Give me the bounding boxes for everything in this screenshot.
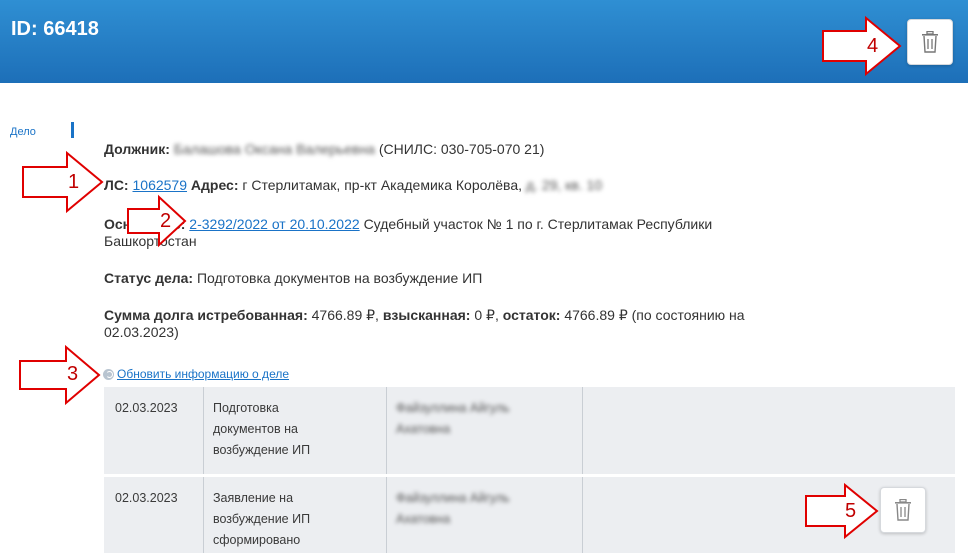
tab-case[interactable]: Дело <box>10 126 36 138</box>
as-of-text: (по состоянию на <box>631 307 745 323</box>
collected-label: взысканная: <box>382 307 471 323</box>
person-cell: Файзуллина Айгуль Ахатовна <box>386 477 583 553</box>
account-line: ЛС: 1062579 Адрес: г Стерлитамак, пр-кт … <box>104 177 602 193</box>
debtor-line: Должник: Балашова Оксана Валерьевна (СНИ… <box>104 141 544 157</box>
address-value: г Стерлитамак, пр-кт Академика Королёва, <box>242 177 523 193</box>
refresh-info-link[interactable]: Обновить информацию о деле <box>103 367 289 381</box>
status-label: Статус дела: <box>104 270 194 286</box>
annotation-arrow-2: 2 <box>127 194 187 252</box>
status-value: Подготовка документов на возбуждение ИП <box>196 270 483 286</box>
person-text: Ахатовна <box>396 422 451 436</box>
annotation-arrow-5: 5 <box>805 482 879 544</box>
annotation-number: 2 <box>160 210 172 232</box>
person-text: Файзуллина Айгуль <box>396 491 510 505</box>
collected-value: 0 ₽ <box>474 307 495 323</box>
event-cell: Заявление на возбуждение ИП сформировано <box>203 477 387 553</box>
sum-label: Сумма долга истребованная: <box>104 307 308 323</box>
date-cell: 02.03.2023 <box>104 387 204 474</box>
address-label: Адрес: <box>190 177 239 193</box>
debtor-label: Должник: <box>104 141 170 157</box>
basis-line: Основание: 2-3292/2022 от 20.10.2022 Суд… <box>104 216 712 232</box>
event-cell: Подготовка документов на возбуждение ИП <box>203 387 387 474</box>
event-text: Заявление на <box>213 491 294 505</box>
annotation-number: 1 <box>68 171 80 193</box>
table-row: 02.03.2023 Подготовка документов на возб… <box>104 387 955 474</box>
date-text: 02.03.2023 <box>115 491 178 505</box>
as-of-line-2: 02.03.2023) <box>104 324 179 340</box>
debt-line: Сумма долга истребованная: 4766.89 ₽, вз… <box>104 307 745 323</box>
refresh-icon <box>103 368 114 380</box>
refresh-label: Обновить информацию о деле <box>117 367 290 381</box>
delete-case-button[interactable] <box>907 19 953 65</box>
person-cell: Файзуллина Айгуль Ахатовна <box>386 387 583 474</box>
remain-value: 4766.89 ₽ <box>564 307 628 323</box>
annotation-arrow-1: 1 <box>22 150 104 218</box>
remain-label: остаток: <box>502 307 561 323</box>
event-text: возбуждение ИП <box>213 512 311 526</box>
annotation-arrow-3: 3 <box>19 344 101 410</box>
page-title: ID: 66418 <box>11 18 99 40</box>
date-text: 02.03.2023 <box>115 401 178 415</box>
date-cell: 02.03.2023 <box>104 477 204 553</box>
person-text: Ахатовна <box>396 512 451 526</box>
trash-icon <box>922 31 938 53</box>
annotation-arrow-4: 4 <box>822 15 902 81</box>
account-label: ЛС: <box>104 177 129 193</box>
trash-icon <box>895 499 911 521</box>
event-text: Подготовка <box>213 401 279 415</box>
address-hidden: д. 29, кв. 10 <box>525 177 603 193</box>
account-link[interactable]: 1062579 <box>133 177 188 193</box>
delete-row-button[interactable] <box>880 487 926 533</box>
person-text: Файзуллина Айгуль <box>396 401 510 415</box>
basis-link[interactable]: 2-3292/2022 от 20.10.2022 <box>189 216 359 232</box>
debtor-snils: (СНИЛС: 030-705-070 21) <box>378 141 545 157</box>
event-text: сформировано <box>213 533 301 547</box>
tab-active-indicator <box>71 122 74 138</box>
annotation-number: 3 <box>67 363 79 385</box>
annotation-number: 4 <box>867 35 879 57</box>
annotation-number: 5 <box>845 500 857 522</box>
debtor-name: Балашова Оксана Валерьевна <box>173 141 375 157</box>
status-line: Статус дела: Подготовка документов на во… <box>104 270 482 286</box>
event-text: возбуждение ИП <box>213 443 311 457</box>
basis-text: Судебный участок № 1 по г. Стерлитамак Р… <box>363 216 713 232</box>
event-text: документов на <box>213 422 298 436</box>
sum-requested: 4766.89 ₽ <box>311 307 376 323</box>
